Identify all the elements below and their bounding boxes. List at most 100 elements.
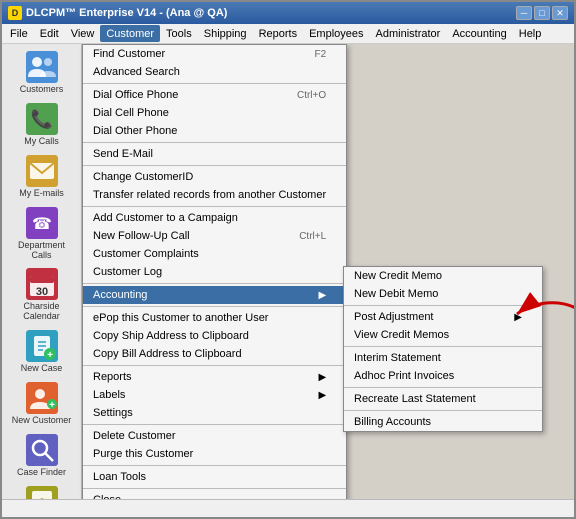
separator-4 bbox=[83, 206, 346, 207]
deptcalls-icon: ☎ bbox=[26, 207, 58, 239]
menu-customer[interactable]: Customer bbox=[100, 25, 160, 42]
menu-copy-bill[interactable]: Copy Bill Address to Clipboard bbox=[83, 345, 346, 363]
sidebar-deptcalls-label: Department Calls bbox=[8, 241, 76, 261]
sidebar-customers-label: Customers bbox=[20, 85, 64, 95]
svg-text:30: 30 bbox=[35, 286, 47, 298]
accounting-submenu: New Credit Memo New Debit Memo Post Adju… bbox=[343, 266, 543, 432]
status-bar bbox=[2, 499, 574, 517]
separator-9 bbox=[83, 465, 346, 466]
customers-icon bbox=[26, 51, 58, 83]
submenu-new-debit-memo[interactable]: New Debit Memo bbox=[344, 285, 542, 303]
menu-customer-log[interactable]: Customer Log bbox=[83, 263, 346, 281]
app-icon: D bbox=[8, 6, 22, 20]
menu-dial-cell[interactable]: Dial Cell Phone bbox=[83, 104, 346, 122]
sidebar: Customers 📞 My Calls bbox=[2, 44, 82, 499]
content-area: Find Customer F2 Advanced Search Dial Of… bbox=[82, 44, 574, 499]
menu-epop[interactable]: ePop this Customer to another User bbox=[83, 309, 346, 327]
svg-text:☎: ☎ bbox=[32, 216, 52, 233]
menu-dial-office[interactable]: Dial Office Phone Ctrl+O bbox=[83, 86, 346, 104]
newcustomer-icon: + bbox=[26, 382, 58, 414]
menu-tools[interactable]: Tools bbox=[160, 25, 198, 42]
reports-submenu-arrow: ▶ bbox=[318, 372, 326, 383]
sidebar-item-deptcalls[interactable]: ☎ Department Calls bbox=[6, 204, 78, 264]
sidebar-item-casefinder[interactable]: Case Finder bbox=[6, 431, 78, 481]
mycalls-icon: 📞 bbox=[26, 103, 58, 135]
separator-5 bbox=[83, 283, 346, 284]
calendar-icon: 30 bbox=[26, 268, 58, 300]
submenu-interim-statement[interactable]: Interim Statement bbox=[344, 349, 542, 367]
svg-text:📞: 📞 bbox=[30, 107, 53, 129]
menu-transfer-records[interactable]: Transfer related records from another Cu… bbox=[83, 186, 346, 204]
myemails-icon bbox=[26, 155, 58, 187]
customer-dropdown-menu: Find Customer F2 Advanced Search Dial Of… bbox=[82, 44, 347, 499]
sidebar-item-invoicecase[interactable]: $ Invoice Case bbox=[6, 483, 78, 499]
menu-view[interactable]: View bbox=[65, 25, 101, 42]
separator-7 bbox=[83, 365, 346, 366]
invoicecase-icon: $ bbox=[26, 486, 58, 499]
labels-submenu-arrow: ▶ bbox=[318, 390, 326, 401]
newcase-icon: + bbox=[26, 330, 58, 362]
menu-settings[interactable]: Settings bbox=[83, 404, 346, 422]
menu-advanced-search[interactable]: Advanced Search bbox=[83, 63, 346, 81]
separator-3 bbox=[83, 165, 346, 166]
menu-employees[interactable]: Employees bbox=[303, 25, 369, 42]
sidebar-newcustomer-label: New Customer bbox=[12, 416, 72, 426]
accounting-submenu-arrow: ▶ bbox=[318, 290, 326, 301]
menu-purge-customer[interactable]: Purge this Customer bbox=[83, 445, 346, 463]
separator-10 bbox=[83, 488, 346, 489]
submenu-separator-4 bbox=[344, 410, 542, 411]
submenu-separator-2 bbox=[344, 346, 542, 347]
menu-file[interactable]: File bbox=[4, 25, 34, 42]
sidebar-item-customers[interactable]: Customers bbox=[6, 48, 78, 98]
sidebar-item-myemails[interactable]: My E-mails bbox=[6, 152, 78, 202]
menu-reports[interactable]: Reports bbox=[253, 25, 304, 42]
submenu-new-credit-memo[interactable]: New Credit Memo bbox=[344, 267, 542, 285]
menu-copy-ship[interactable]: Copy Ship Address to Clipboard bbox=[83, 327, 346, 345]
menu-close[interactable]: Close bbox=[83, 491, 346, 499]
sidebar-mycalls-label: My Calls bbox=[24, 137, 59, 147]
submenu-recreate-statement[interactable]: Recreate Last Statement bbox=[344, 390, 542, 408]
menu-administrator[interactable]: Administrator bbox=[370, 25, 447, 42]
menu-accounting[interactable]: Accounting bbox=[446, 25, 512, 42]
menu-delete-customer[interactable]: Delete Customer bbox=[83, 427, 346, 445]
title-bar-left: D DLCPM™ Enterprise V14 - (Ana @ QA) bbox=[8, 6, 227, 20]
main-window: D DLCPM™ Enterprise V14 - (Ana @ QA) ─ □… bbox=[0, 0, 576, 519]
menu-find-customer[interactable]: Find Customer F2 bbox=[83, 45, 346, 63]
minimize-button[interactable]: ─ bbox=[516, 6, 532, 20]
sidebar-myemails-label: My E-mails bbox=[19, 189, 64, 199]
menu-complaints[interactable]: Customer Complaints bbox=[83, 245, 346, 263]
main-content: Customers 📞 My Calls bbox=[2, 44, 574, 499]
maximize-button[interactable]: □ bbox=[534, 6, 550, 20]
sidebar-item-newcustomer[interactable]: + New Customer bbox=[6, 379, 78, 429]
submenu-billing-accounts[interactable]: Billing Accounts bbox=[344, 413, 542, 431]
title-bar: D DLCPM™ Enterprise V14 - (Ana @ QA) ─ □… bbox=[2, 2, 574, 24]
submenu-post-adjustment[interactable]: Post Adjustment ▶ bbox=[344, 308, 542, 326]
menu-help[interactable]: Help bbox=[513, 25, 548, 42]
menu-dial-other[interactable]: Dial Other Phone bbox=[83, 122, 346, 140]
submenu-adhoc-print[interactable]: Adhoc Print Invoices bbox=[344, 367, 542, 385]
sidebar-item-mycalls[interactable]: 📞 My Calls bbox=[6, 100, 78, 150]
separator-8 bbox=[83, 424, 346, 425]
submenu-view-credit-memos[interactable]: View Credit Memos bbox=[344, 326, 542, 344]
close-button[interactable]: ✕ bbox=[552, 6, 568, 20]
menu-new-followup[interactable]: New Follow-Up Call Ctrl+L bbox=[83, 227, 346, 245]
casefinder-icon bbox=[26, 434, 58, 466]
menu-change-customerid[interactable]: Change CustomerID bbox=[83, 168, 346, 186]
menu-reports[interactable]: Reports ▶ bbox=[83, 368, 346, 386]
menu-labels[interactable]: Labels ▶ bbox=[83, 386, 346, 404]
svg-text:+: + bbox=[49, 400, 55, 411]
menu-add-campaign[interactable]: Add Customer to a Campaign bbox=[83, 209, 346, 227]
menu-shipping[interactable]: Shipping bbox=[198, 25, 253, 42]
title-bar-buttons: ─ □ ✕ bbox=[516, 6, 568, 20]
menu-send-email[interactable]: Send E-Mail bbox=[83, 145, 346, 163]
separator-2 bbox=[83, 142, 346, 143]
sidebar-item-newcase[interactable]: + New Case bbox=[6, 327, 78, 377]
sidebar-item-calendar[interactable]: 30 Charside Calendar bbox=[6, 265, 78, 325]
menu-accounting[interactable]: Accounting ▶ bbox=[83, 286, 346, 304]
sidebar-casefinder-label: Case Finder bbox=[17, 468, 66, 478]
separator-1 bbox=[83, 83, 346, 84]
menu-loan-tools[interactable]: Loan Tools bbox=[83, 468, 346, 486]
submenu-separator-1 bbox=[344, 305, 542, 306]
submenu-separator-3 bbox=[344, 387, 542, 388]
menu-edit[interactable]: Edit bbox=[34, 25, 65, 42]
